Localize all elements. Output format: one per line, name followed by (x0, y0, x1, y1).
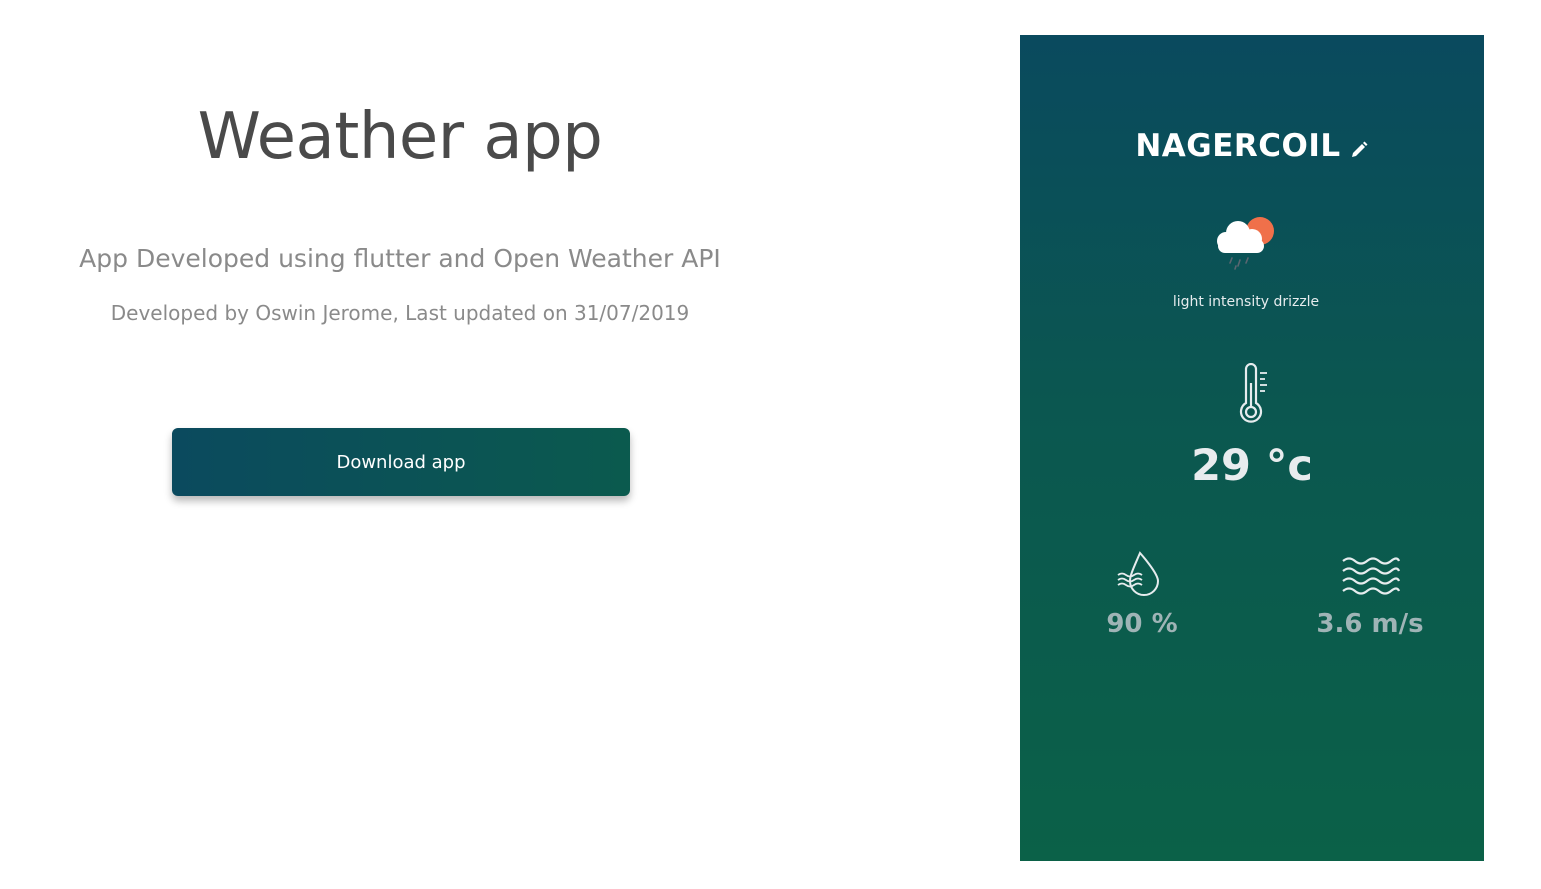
wind-icon (1342, 557, 1401, 595)
phone-preview: NAGERCOIL light intensity drizzle 29 °c … (1020, 35, 1484, 861)
city-header: NAGERCOIL (1020, 128, 1484, 164)
edit-icon[interactable] (1349, 140, 1369, 160)
weather-description: light intensity drizzle (1172, 294, 1320, 310)
download-app-button[interactable]: Download app (172, 428, 630, 496)
city-name: NAGERCOIL (1135, 128, 1341, 164)
humidity-icon (1117, 551, 1160, 596)
temperature-value: 29 °c (1191, 441, 1313, 491)
thermometer-icon (1239, 363, 1267, 423)
page-title: Weather app (197, 100, 603, 174)
intro-section: Weather app App Developed using flutter … (0, 0, 800, 889)
wind-speed-value: 3.6 m/s (1316, 609, 1424, 639)
developer-credit: Developed by Oswin Jerome, Last updated … (110, 301, 690, 325)
page-subtitle: App Developed using flutter and Open Wea… (79, 244, 721, 273)
cloud-rain-sun-icon (1217, 217, 1274, 270)
humidity-value: 90 % (1106, 609, 1178, 639)
